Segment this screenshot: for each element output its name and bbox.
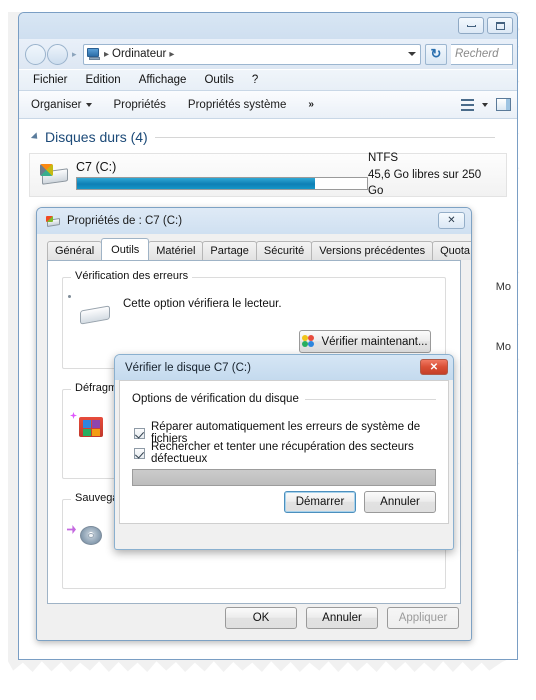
tab-outils[interactable]: Outils bbox=[101, 238, 150, 260]
nav-arrows bbox=[25, 43, 68, 65]
preview-pane-icon[interactable] bbox=[496, 98, 511, 111]
search-input[interactable]: Recherd bbox=[451, 43, 513, 65]
fieldset-legend-error-checking: Vérification des erreurs bbox=[71, 270, 193, 282]
checkbox-icon[interactable] bbox=[134, 447, 145, 459]
maximize-icon bbox=[495, 21, 505, 30]
group-title: Disques durs (4) bbox=[45, 129, 148, 145]
check-disk-title: Vérifier le disque C7 (C:) bbox=[125, 361, 251, 374]
drive-usage-bar bbox=[76, 177, 368, 190]
error-check-description: Cette option vérifiera le lecteur. bbox=[123, 298, 282, 310]
refresh-button[interactable]: ↻ bbox=[425, 43, 447, 65]
toolbar-right-group bbox=[461, 91, 511, 118]
drive-info: C7 (C:) bbox=[76, 160, 368, 190]
tab-versions-precedentes[interactable]: Versions précédentes bbox=[311, 241, 434, 260]
check-now-button[interactable]: Vérifier maintenant... bbox=[299, 330, 431, 353]
address-bar[interactable]: ▸ Ordinateur ▸ bbox=[83, 43, 421, 65]
breadcrumb-sep-2: ▸ bbox=[169, 48, 175, 60]
drive-item-c7[interactable]: C7 (C:) NTFS 45,6 Go libres sur 250 Go bbox=[29, 150, 507, 200]
toolbar-proprietes[interactable]: Propriétés bbox=[114, 99, 166, 111]
menu-outils[interactable]: Outils bbox=[204, 74, 233, 86]
tab-general[interactable]: Général bbox=[47, 241, 103, 260]
breadcrumb-root[interactable]: Ordinateur bbox=[112, 48, 166, 60]
properties-tabstrip: Général Outils Matériel Partage Sécurité… bbox=[37, 234, 471, 260]
properties-titlebar: Propriétés de : C7 (C:) ✕ bbox=[37, 208, 471, 234]
tab-partage[interactable]: Partage bbox=[202, 241, 257, 260]
check-disk-body: Options de vérification du disque Répare… bbox=[119, 380, 449, 524]
start-button[interactable]: Démarrer bbox=[284, 491, 356, 513]
group-header-hard-disks[interactable]: Disques durs (4) bbox=[19, 119, 517, 149]
close-icon[interactable]: ✕ bbox=[420, 359, 448, 375]
drive-label: C7 (C:) bbox=[76, 160, 117, 174]
close-button[interactable]: ✕ bbox=[438, 212, 465, 229]
properties-footer: OK Annuler Appliquer bbox=[37, 596, 471, 640]
ok-button[interactable]: OK bbox=[225, 607, 297, 629]
menu-help[interactable]: ? bbox=[252, 74, 258, 86]
toolbar-organiser-label: Organiser bbox=[31, 98, 82, 111]
drive-usage-fill bbox=[77, 178, 315, 189]
menu-affichage[interactable]: Affichage bbox=[139, 74, 187, 86]
checkbox-icon[interactable] bbox=[134, 427, 145, 439]
properties-dialog-title: Propriétés de : C7 (C:) bbox=[67, 215, 183, 227]
maximize-button[interactable] bbox=[487, 17, 513, 34]
explorer-navigation-bar: ▸ ▸ Ordinateur ▸ ↻ Recherd bbox=[19, 39, 517, 69]
chevron-down-icon bbox=[85, 102, 92, 107]
check-options-section-header: Options de vérification du disque bbox=[132, 393, 436, 405]
apply-button: Appliquer bbox=[387, 607, 459, 629]
menu-edition[interactable]: Edition bbox=[86, 74, 121, 86]
toolbar-proprietes-systeme[interactable]: Propriétés système bbox=[188, 99, 286, 111]
forward-arrow-icon[interactable] bbox=[47, 43, 68, 65]
hidden-size-value-1: Mo bbox=[495, 281, 511, 293]
toolbar-overflow[interactable]: » bbox=[308, 99, 314, 110]
computer-icon bbox=[87, 48, 101, 60]
drive-filesystem: NTFS bbox=[368, 152, 399, 164]
cancel-button[interactable]: Annuler bbox=[306, 607, 378, 629]
breadcrumb-sep-1: ▸ bbox=[104, 48, 110, 60]
check-disk-footer: Démarrer Annuler bbox=[132, 491, 436, 513]
check-disk-titlebar: Vérifier le disque C7 (C:) ✕ bbox=[115, 355, 453, 380]
cancel-button[interactable]: Annuler bbox=[364, 491, 436, 513]
window-controls bbox=[458, 17, 513, 34]
hidden-size-value-2: Mo bbox=[495, 341, 511, 353]
tab-materiel[interactable]: Matériel bbox=[148, 241, 204, 260]
group-divider bbox=[154, 136, 495, 138]
section-divider bbox=[304, 398, 436, 400]
drive-free-space: 45,6 Go libres sur 250 Go bbox=[368, 168, 482, 198]
tab-securite[interactable]: Sécurité bbox=[255, 241, 313, 260]
explorer-menubar: Fichier Edition Affichage Outils ? bbox=[19, 69, 517, 91]
check-now-label: Vérifier maintenant... bbox=[321, 335, 428, 348]
menu-fichier[interactable]: Fichier bbox=[33, 74, 68, 86]
minimize-button[interactable] bbox=[458, 17, 484, 34]
checkbox-scan-bad-sectors-label: Rechercher et tenter une récupération de… bbox=[151, 441, 414, 465]
chevron-down-icon[interactable] bbox=[408, 52, 416, 56]
back-arrow-icon[interactable] bbox=[25, 43, 46, 65]
minimize-icon bbox=[466, 24, 476, 27]
chevron-down-icon[interactable] bbox=[482, 102, 488, 107]
checkbox-scan-bad-sectors[interactable]: Rechercher et tenter une récupération de… bbox=[134, 441, 448, 465]
progress-bar bbox=[132, 469, 436, 486]
hard-drive-icon bbox=[46, 215, 61, 228]
explorer-toolbar: Organiser Propriétés Propriétés système … bbox=[19, 91, 517, 119]
triangle-collapse-icon[interactable] bbox=[30, 132, 41, 142]
tab-quota[interactable]: Quota bbox=[432, 241, 471, 260]
view-mode-icon[interactable] bbox=[461, 98, 474, 111]
toolbar-organiser[interactable]: Organiser bbox=[31, 99, 92, 111]
hard-drive-icon bbox=[40, 162, 70, 188]
check-disk-dialog: Vérifier le disque C7 (C:) ✕ Options de … bbox=[114, 354, 454, 550]
explorer-titlebar bbox=[19, 13, 517, 39]
screenshot-root: ▸ ▸ Ordinateur ▸ ↻ Recherd Fichier Editi… bbox=[0, 0, 536, 700]
drive-capacity-info: NTFS 45,6 Go libres sur 250 Go bbox=[368, 150, 496, 200]
check-options-label: Options de vérification du disque bbox=[132, 393, 299, 405]
nav-separator: ▸ bbox=[72, 48, 77, 59]
shield-icon bbox=[302, 335, 316, 348]
